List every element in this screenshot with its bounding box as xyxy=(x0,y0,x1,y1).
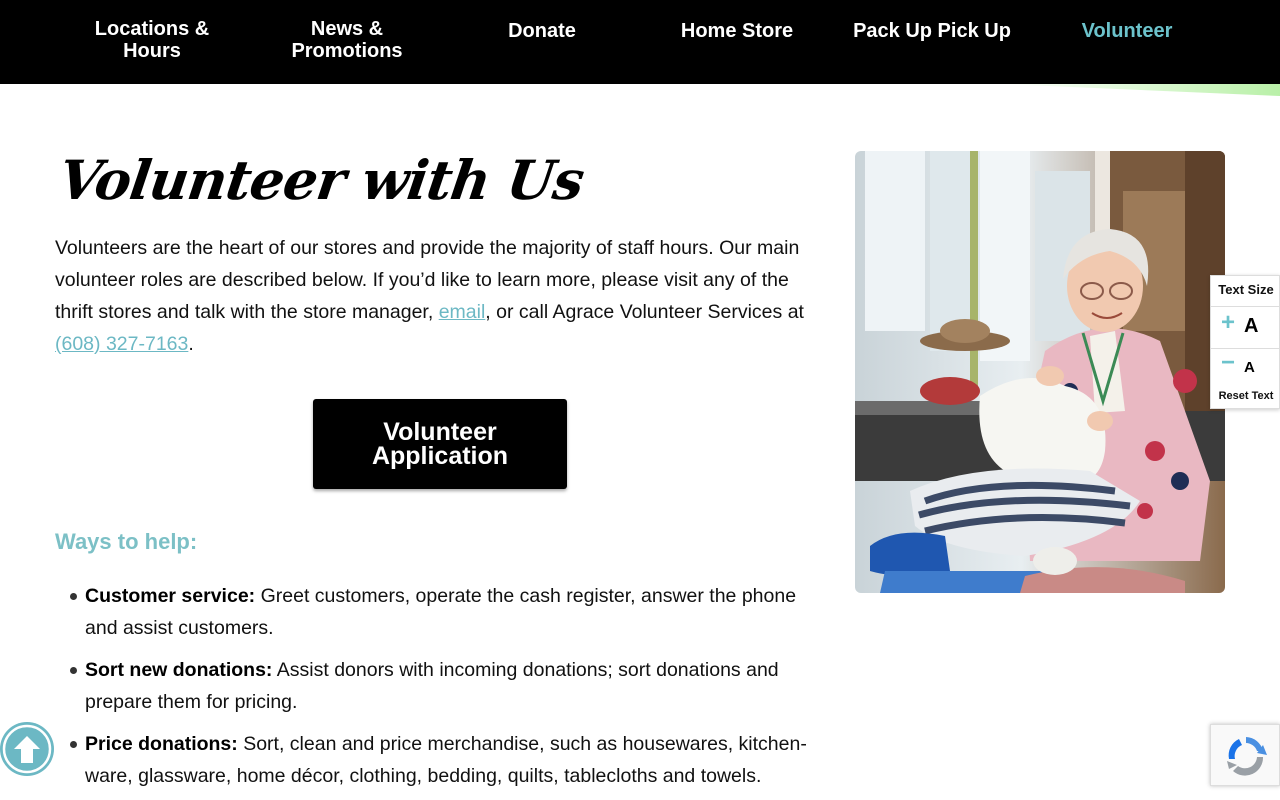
nav-item-label-line1: Locations & xyxy=(94,18,210,40)
nav-item-label-line2: Promotions xyxy=(291,40,403,62)
top-navigation: Locations & Hours News & Promotions Dona… xyxy=(0,0,1280,84)
nav-item-label-line1: News & xyxy=(310,18,384,40)
intro-text: . xyxy=(188,333,194,355)
arrow-up-icon xyxy=(2,724,52,774)
volunteer-photo xyxy=(855,151,1225,593)
phone-link[interactable]: (608) 327-7163 xyxy=(55,333,188,355)
recaptcha-icon xyxy=(1227,737,1267,776)
scroll-to-top-button[interactable] xyxy=(0,722,54,776)
list-item: Sort new donations: Assist donors with i… xyxy=(55,654,830,718)
text-size-widget: Text Size + A − A Reset Text xyxy=(1210,275,1280,409)
nav-item-label-line2: Hours xyxy=(123,40,181,62)
list-item-term: Customer service: xyxy=(85,585,256,607)
decrease-text-size-button[interactable]: − A xyxy=(1211,348,1280,384)
text-size-title: Text Size xyxy=(1218,282,1274,297)
list-item-term: Sort new donations: xyxy=(85,659,273,681)
nav-item-home-store[interactable]: Home Store xyxy=(652,20,822,42)
nav-item-donate[interactable]: Donate xyxy=(457,20,627,42)
reset-text-button[interactable]: Reset Text xyxy=(1211,390,1280,402)
button-label-line1: Volunteer xyxy=(383,418,497,446)
ways-to-help-heading: Ways to help: xyxy=(55,529,198,554)
list-item: Customer service: Greet customers, opera… xyxy=(55,580,830,644)
volunteer-application-button[interactable]: Volunteer Application xyxy=(313,399,567,489)
list-item-term: Price donations: xyxy=(85,733,238,755)
email-link[interactable]: email xyxy=(439,301,486,323)
nav-item-locations-hours[interactable]: Locations & Hours xyxy=(67,18,237,62)
decorative-swoosh xyxy=(1000,84,1280,96)
recaptcha-badge[interactable] xyxy=(1210,724,1280,786)
page-title: Volunteer with Us xyxy=(55,148,588,212)
small-a-icon: A xyxy=(1244,359,1255,376)
list-item: Price donations: Sort, clean and price m… xyxy=(55,728,830,792)
increase-text-size-button[interactable]: + A xyxy=(1211,306,1280,342)
nav-item-pack-up-pick-up[interactable]: Pack Up Pick Up xyxy=(847,20,1017,42)
large-a-icon: A xyxy=(1244,315,1259,337)
minus-icon: − xyxy=(1221,349,1236,376)
button-label-line2: Application xyxy=(371,442,509,470)
nav-item-news-promotions[interactable]: News & Promotions xyxy=(262,18,432,62)
intro-paragraph: Volunteers are the heart of our stores a… xyxy=(55,232,830,360)
ways-to-help-list: Customer service: Greet customers, opera… xyxy=(55,580,830,800)
intro-text: , or call Agrace Volunteer Services at xyxy=(485,301,804,323)
nav-item-volunteer[interactable]: Volunteer xyxy=(1042,20,1212,42)
plus-icon: + xyxy=(1221,309,1236,336)
